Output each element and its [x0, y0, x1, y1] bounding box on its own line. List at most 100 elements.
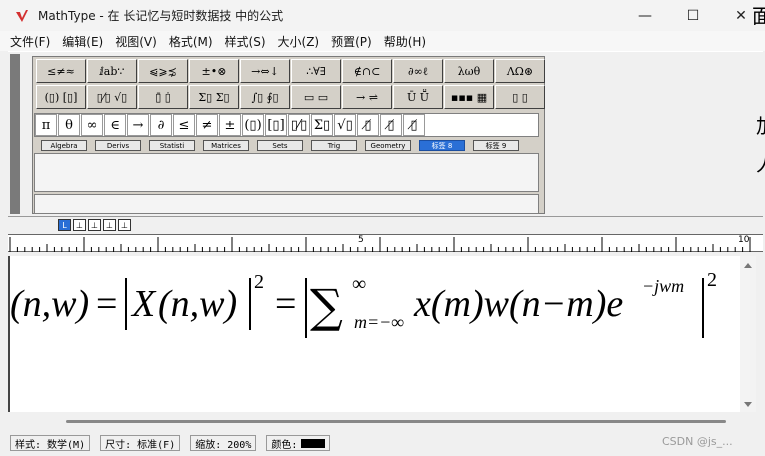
ruler[interactable]: 5 10: [8, 234, 763, 252]
menu-preferences[interactable]: 预置(P): [331, 33, 372, 50]
brackets-template-button[interactable]: [▯]: [265, 114, 287, 136]
window-title: MathType - 在 长记忆与短时数据技 中的公式: [38, 9, 284, 23]
tab-geometry[interactable]: Geometry: [365, 140, 411, 151]
menu-style[interactable]: 样式(S): [225, 33, 266, 50]
summation-templates-button[interactable]: Σ▯ Σ▯: [189, 85, 239, 109]
formula-power-1: 2: [254, 271, 264, 293]
sum-lower-limit: m=−∞: [354, 312, 404, 332]
operators-palette-button[interactable]: ±•⊗: [189, 59, 239, 83]
ruler-ticks: [9, 237, 751, 252]
horizontal-scroll-thumb[interactable]: [66, 420, 726, 423]
relations-palette-button[interactable]: ≤≠≈: [36, 59, 86, 83]
embellishments-palette-button[interactable]: ⩿⩾⋨: [138, 59, 188, 83]
symbol-palette-row: ≤≠≈ ⅈab∵ ⩿⩾⋨ ±•⊗ →⇔↓ ∴∀∃ ∉∩⊂ ∂∞ℓ λωθ ΛΩ⊛: [36, 59, 545, 83]
summation-sign: ∑: [310, 279, 343, 333]
theta-symbol-button[interactable]: θ: [58, 114, 80, 136]
tab-sets[interactable]: Sets: [257, 140, 303, 151]
less-equal-symbol-button[interactable]: ≤: [173, 114, 195, 136]
matrix-templates-button[interactable]: ▪▪▪ ▦: [444, 85, 494, 109]
right-arrow-symbol-button[interactable]: →: [127, 114, 149, 136]
tab-algebra[interactable]: Algebra: [41, 140, 87, 151]
tab-matrices[interactable]: Matrices: [203, 140, 249, 151]
equation-editor[interactable]: (n,w) = X (n,w) 2 = ∑ ∞ m=−∞ x(m)w(n−m)e…: [8, 256, 740, 412]
parentheses-template-button[interactable]: (▯): [242, 114, 264, 136]
menu-help[interactable]: 帮助(H): [384, 33, 426, 50]
status-zoom[interactable]: 缩放: 200%: [190, 435, 257, 451]
subscript-templates-button[interactable]: ▯̄ ▯̇: [138, 85, 188, 109]
fraction-template-button[interactable]: ▯⁄▯: [288, 114, 310, 136]
superscript-template-button[interactable]: ▯̸: [357, 114, 379, 136]
menu-view[interactable]: 视图(V): [115, 33, 157, 50]
element-of-symbol-button[interactable]: ∈: [104, 114, 126, 136]
not-equal-symbol-button[interactable]: ≠: [196, 114, 218, 136]
menu-bar: 文件(F) 编辑(E) 视图(V) 格式(M) 样式(S) 大小(Z) 预置(P…: [0, 31, 765, 51]
horizontal-scrollbar[interactable]: [8, 412, 756, 430]
maximize-button[interactable]: ☐: [669, 0, 717, 31]
labeled-arrow-templates-button[interactable]: → ⇌: [342, 85, 392, 109]
custom-toolbar-small[interactable]: [34, 194, 539, 214]
csdn-watermark: CSDN @js_...: [662, 435, 733, 448]
sum-template-button[interactable]: Σ▯: [311, 114, 333, 136]
arrows-palette-button[interactable]: →⇔↓: [240, 59, 290, 83]
status-bar: 样式: 数学(M) 尺寸: 标准(F) 缩放: 200% 颜色:: [0, 430, 765, 456]
ruler-label-5: 5: [358, 235, 364, 245]
scroll-up-arrow-icon: [744, 263, 752, 268]
scroll-down-arrow-icon: [744, 402, 752, 407]
mathtype-logo-icon: [16, 9, 28, 22]
tab-stop-selector: L ⊥ ⊥ ⊥ ⊥: [58, 219, 131, 231]
menu-file[interactable]: 文件(F): [10, 33, 50, 50]
color-swatch: [301, 438, 326, 448]
relation-tab-button[interactable]: ⊥: [103, 219, 116, 231]
subsup-template-button[interactable]: ▯̸: [403, 114, 425, 136]
window-controls: — ☐ ✕: [621, 0, 765, 31]
center-tab-button[interactable]: ⊥: [73, 219, 86, 231]
infinity-symbol-button[interactable]: ∞: [81, 114, 103, 136]
toolbar-gripper[interactable]: [10, 54, 20, 214]
fence-templates-button[interactable]: (▯) [▯]: [36, 85, 86, 109]
menu-size[interactable]: 大小(Z): [278, 33, 320, 50]
greek-upper-palette-button[interactable]: ΛΩ⊛: [495, 59, 545, 83]
formula-equals-2: =: [275, 283, 296, 325]
status-size[interactable]: 尺寸: 标准(F): [100, 435, 181, 451]
spaces-palette-button[interactable]: ⅈab∵: [87, 59, 137, 83]
underbar-templates-button[interactable]: ▭ ▭: [291, 85, 341, 109]
status-color-label: 颜色:: [271, 439, 298, 451]
template-palette-row: (▯) [▯] ▯⁄▯ √▯ ▯̄ ▯̇ Σ▯ Σ▯ ∫▯ ∮▯ ▭ ▭ → ⇌…: [36, 85, 545, 109]
tab-derivs[interactable]: Derivs: [95, 140, 141, 151]
bg-doc-char-mid-2: 人: [756, 148, 765, 177]
tab-label-8[interactable]: 标签 8: [419, 140, 465, 151]
product-templates-button[interactable]: Ū Ṻ: [393, 85, 443, 109]
decimal-tab-button[interactable]: ⊥: [118, 219, 131, 231]
integral-templates-button[interactable]: ∫▯ ∮▯: [240, 85, 290, 109]
tab-label-9[interactable]: 标签 9: [473, 140, 519, 151]
equation-display: (n,w) = X (n,w) 2 = ∑ ∞ m=−∞ x(m)w(n−m)e…: [10, 269, 717, 338]
pi-symbol-button[interactable]: π: [35, 114, 57, 136]
tab-statistics[interactable]: Statisti: [149, 140, 195, 151]
left-tab-button[interactable]: L: [58, 219, 71, 231]
radical-template-button[interactable]: √▯: [334, 114, 356, 136]
quick-symbol-bar: π θ ∞ ∈ → ∂ ≤ ≠ ± (▯) [▯] ▯⁄▯ Σ▯ √▯ ▯̸ ▯…: [34, 113, 539, 137]
formula-left-args: (n,w): [10, 283, 89, 325]
greek-lower-palette-button[interactable]: λωθ: [444, 59, 494, 83]
partial-symbol-button[interactable]: ∂: [150, 114, 172, 136]
minimize-button[interactable]: —: [621, 0, 669, 31]
right-tab-button[interactable]: ⊥: [88, 219, 101, 231]
status-style[interactable]: 样式: 数学(M): [10, 435, 91, 451]
tab-trig[interactable]: Trig: [311, 140, 357, 151]
set-theory-palette-button[interactable]: ∉∩⊂: [342, 59, 392, 83]
subscript-template-button[interactable]: ▯̸: [380, 114, 402, 136]
misc-symbols-palette-button[interactable]: ∂∞ℓ: [393, 59, 443, 83]
custom-toolbar-large[interactable]: [34, 153, 539, 192]
box-templates-button[interactable]: ▯ ▯: [495, 85, 545, 109]
formula-exponent: −jwm: [642, 276, 684, 296]
plus-minus-symbol-button[interactable]: ±: [219, 114, 241, 136]
fraction-radical-templates-button[interactable]: ▯⁄▯ √▯: [87, 85, 137, 109]
menu-format[interactable]: 格式(M): [169, 33, 213, 50]
status-color[interactable]: 颜色:: [266, 435, 331, 451]
bg-doc-char-top: 面: [752, 4, 765, 28]
logic-palette-button[interactable]: ∴∀∃: [291, 59, 341, 83]
vertical-scrollbar[interactable]: [740, 256, 756, 412]
formula-X: X: [130, 283, 157, 325]
menu-edit[interactable]: 编辑(E): [62, 33, 103, 50]
mathtype-window: MathType - 在 长记忆与短时数据技 中的公式 — ☐ ✕ 文件(F) …: [0, 0, 765, 456]
